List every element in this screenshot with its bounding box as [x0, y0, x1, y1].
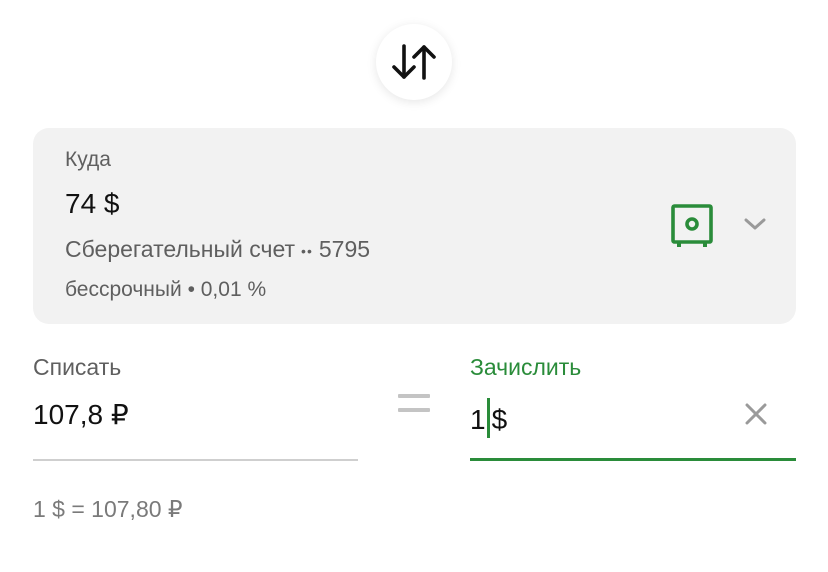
destination-account-card[interactable]: Куда 74 $ Сберегательный счет •• 5795 бесс… — [33, 128, 796, 324]
equals-sign — [398, 394, 430, 414]
safe-icon — [671, 204, 713, 247]
account-name-row: Сберегательный счет •• 5795 — [65, 236, 370, 263]
destination-balance: 74 $ — [65, 188, 120, 219]
account-name: Сберегательный счет — [65, 236, 296, 262]
destination-label: Куда — [65, 148, 111, 171]
debit-amount-input[interactable]: 107,8 ₽ — [33, 398, 129, 431]
credit-underline — [470, 458, 796, 461]
credit-amount-value: 1 — [470, 404, 486, 435]
debit-underline — [33, 459, 358, 461]
swap-arrows-icon — [392, 44, 436, 80]
close-icon[interactable] — [744, 402, 768, 426]
credit-currency: $ — [491, 404, 508, 435]
account-mask: •• — [301, 242, 313, 259]
account-number: 5795 — [318, 236, 371, 262]
account-term: бессрочный • 0,01 % — [65, 278, 267, 301]
chevron-down-icon[interactable] — [743, 216, 767, 232]
text-caret — [486, 398, 490, 438]
swap-button[interactable] — [376, 24, 452, 100]
exchange-rate: 1 $ = 107,80 ₽ — [33, 496, 183, 522]
credit-label: Зачислить — [470, 354, 582, 380]
debit-label: Списать — [33, 354, 122, 380]
credit-amount-input[interactable]: 1 $ — [470, 398, 507, 438]
